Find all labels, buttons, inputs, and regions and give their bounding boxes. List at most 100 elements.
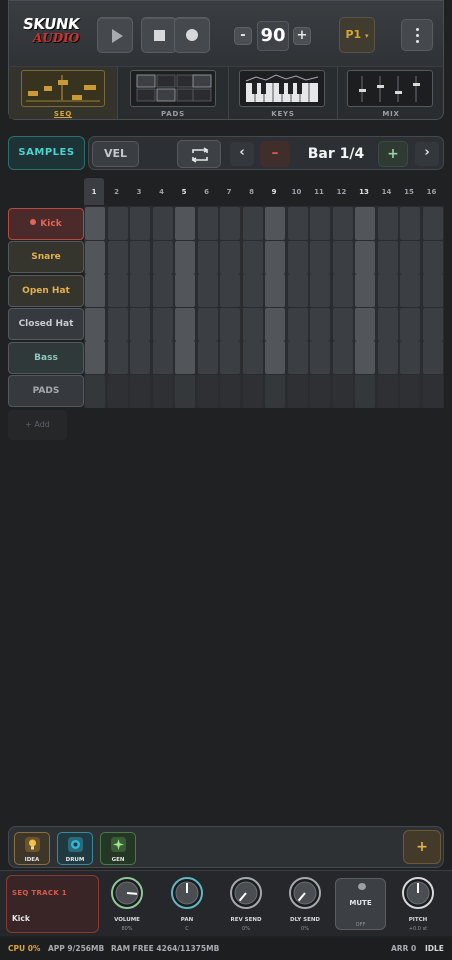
- bpm-display[interactable]: 90: [257, 21, 289, 51]
- step-cell[interactable]: [287, 240, 308, 274]
- step-cell[interactable]: [85, 341, 105, 375]
- step-cell[interactable]: [422, 274, 443, 308]
- step-cell[interactable]: [400, 240, 420, 274]
- track-button-pads[interactable]: PADS: [8, 375, 84, 407]
- step-cell[interactable]: [197, 207, 218, 240]
- step-cell[interactable]: [287, 207, 308, 240]
- step-cell[interactable]: [107, 207, 128, 240]
- step-cell[interactable]: [220, 207, 240, 240]
- stop-button[interactable]: [141, 17, 177, 53]
- step-cell[interactable]: [377, 207, 398, 240]
- step-cell[interactable]: [152, 274, 173, 308]
- step-cell[interactable]: [310, 274, 330, 308]
- step-cell[interactable]: [130, 341, 150, 375]
- track-button-closed-hat[interactable]: Closed Hat: [8, 308, 84, 341]
- step-cell[interactable]: [152, 207, 173, 240]
- step-cell[interactable]: [85, 274, 105, 308]
- bpm-increase-button[interactable]: +: [293, 27, 311, 45]
- step-cell[interactable]: [107, 375, 128, 408]
- step-cell[interactable]: [400, 307, 420, 341]
- rev-send-knob[interactable]: REV SEND 0%: [223, 877, 269, 935]
- tab-seq[interactable]: SEQ: [9, 67, 117, 119]
- step-cell[interactable]: [332, 240, 353, 274]
- step-cell[interactable]: [197, 240, 218, 274]
- bpm-decrease-button[interactable]: -: [234, 27, 252, 45]
- step-cell[interactable]: [332, 375, 353, 408]
- tab-pads[interactable]: PADS: [118, 67, 228, 119]
- step-cell[interactable]: [332, 274, 353, 308]
- mute-button[interactable]: MUTE OFF: [335, 878, 386, 930]
- step-cell[interactable]: [175, 207, 195, 240]
- step-cell[interactable]: [242, 240, 263, 274]
- samples-button[interactable]: SAMPLES: [8, 136, 85, 170]
- dly-send-knob[interactable]: DLY SEND 0%: [282, 877, 328, 935]
- step-cell[interactable]: [197, 341, 218, 375]
- step-cell[interactable]: [310, 207, 330, 240]
- step-cell[interactable]: [220, 307, 240, 341]
- record-button[interactable]: [174, 17, 210, 53]
- step-cell[interactable]: [152, 341, 173, 375]
- idea-mode-button[interactable]: IDEA: [14, 832, 50, 865]
- step-cell[interactable]: [130, 240, 150, 274]
- step-cell[interactable]: [355, 307, 375, 341]
- step-cell[interactable]: [242, 207, 263, 240]
- step-cell[interactable]: [85, 240, 105, 274]
- step-cell[interactable]: [310, 240, 330, 274]
- step-cell[interactable]: [422, 240, 443, 274]
- add-bar-button[interactable]: +: [378, 141, 408, 167]
- step-cell[interactable]: [355, 375, 375, 408]
- track-button-snare[interactable]: Snare: [8, 241, 84, 274]
- step-cell[interactable]: [400, 375, 420, 408]
- preset-select[interactable]: P1 ▾: [339, 17, 375, 53]
- add-button[interactable]: +: [403, 830, 441, 864]
- step-cell[interactable]: [85, 307, 105, 341]
- step-cell[interactable]: [287, 274, 308, 308]
- step-cell[interactable]: [377, 240, 398, 274]
- step-cell[interactable]: [310, 341, 330, 375]
- gen-mode-button[interactable]: GEN: [100, 832, 136, 865]
- step-cell[interactable]: [287, 341, 308, 375]
- step-cell[interactable]: [197, 375, 218, 408]
- step-cell[interactable]: [197, 307, 218, 341]
- velocity-button[interactable]: VEL: [92, 141, 139, 167]
- step-cell[interactable]: [422, 207, 443, 240]
- step-cell[interactable]: [400, 341, 420, 375]
- step-cell[interactable]: [422, 307, 443, 341]
- step-cell[interactable]: [130, 375, 150, 408]
- step-cell[interactable]: [220, 375, 240, 408]
- next-bar-button[interactable]: ›: [415, 142, 439, 166]
- step-cell[interactable]: [310, 307, 330, 341]
- step-cell[interactable]: [355, 240, 375, 274]
- step-cell[interactable]: [107, 240, 128, 274]
- pitch-knob[interactable]: PITCH +0.0 st: [395, 877, 441, 935]
- step-cell[interactable]: [242, 341, 263, 375]
- selected-track-card[interactable]: SEQ TRACK 1 Kick: [6, 875, 99, 933]
- step-cell[interactable]: [332, 307, 353, 341]
- step-cell[interactable]: [377, 375, 398, 408]
- volume-knob[interactable]: VOLUME 80%: [104, 877, 150, 935]
- pan-knob[interactable]: PAN C: [164, 877, 210, 935]
- step-cell[interactable]: [130, 207, 150, 240]
- track-button-bass[interactable]: Bass: [8, 341, 84, 374]
- step-cell[interactable]: [152, 307, 173, 341]
- step-cell[interactable]: [332, 207, 353, 240]
- step-cell[interactable]: [175, 341, 195, 375]
- step-cell[interactable]: [175, 375, 195, 408]
- step-cell[interactable]: [265, 240, 285, 274]
- step-cell[interactable]: [107, 274, 128, 308]
- drum-mode-button[interactable]: DRUM: [57, 832, 93, 865]
- step-cell[interactable]: [265, 207, 285, 240]
- prev-bar-button[interactable]: ‹: [230, 142, 254, 166]
- track-button-kick[interactable]: Kick: [8, 208, 84, 240]
- loop-button[interactable]: [177, 140, 221, 168]
- step-cell[interactable]: [287, 307, 308, 341]
- tab-keys[interactable]: KEYS: [229, 67, 337, 119]
- step-cell[interactable]: [107, 341, 128, 375]
- step-cell[interactable]: [265, 375, 285, 408]
- step-cell[interactable]: [175, 274, 195, 308]
- step-cell[interactable]: [85, 207, 105, 240]
- step-cell[interactable]: [107, 307, 128, 341]
- track-button-open-hat[interactable]: Open Hat: [8, 274, 84, 307]
- step-cell[interactable]: [197, 274, 218, 308]
- step-cell[interactable]: [422, 375, 443, 408]
